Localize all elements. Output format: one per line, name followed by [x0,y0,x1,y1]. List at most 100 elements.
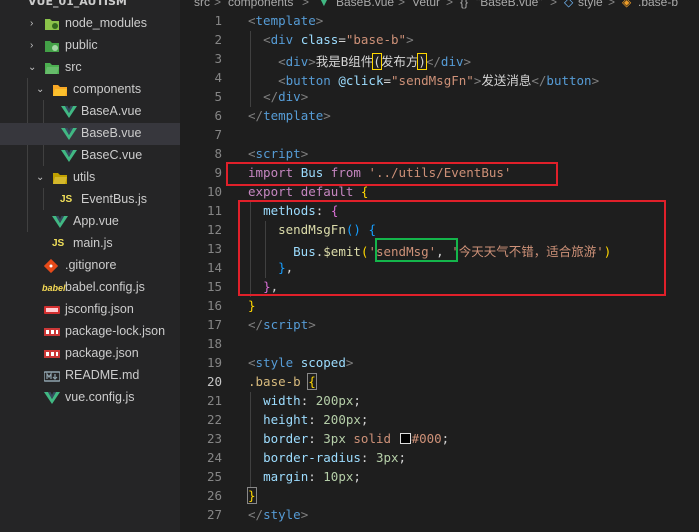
tag-name: style [255,355,294,370]
code-line[interactable]: 25 margin: 10px; [180,468,699,487]
attr-name: @click [338,73,384,88]
code-line[interactable]: 18 [180,335,699,354]
line-content: <style scoped> [248,355,354,370]
tree-item-package-json[interactable]: package.json [0,343,180,365]
code-editor[interactable]: src > components > ▼ BaseB.vue > Vetur >… [180,0,699,532]
chevron-down-icon: ⌄ [36,172,45,183]
npm-icon [44,347,60,361]
code-line[interactable]: 22 height: 200px; [180,411,699,430]
line-number: 26 [206,488,222,503]
tree-item-utils[interactable]: ⌄ utils [0,167,180,189]
breadcrumb-item[interactable]: style [578,0,603,9]
line-number: 4 [214,70,222,85]
npm-icon [44,325,60,339]
code-line[interactable]: 5 </div> [180,88,699,107]
breadcrumb-separator: > [398,0,406,9]
tree-item-label: jsconfig.json [65,302,134,316]
public-folder-icon [44,39,60,53]
text-content: 发送消息 [481,73,532,88]
line-content: <div>我是B组件(发布方)</div> [278,53,472,70]
tag-name: div [440,54,464,69]
code-line[interactable]: 4 <button @click="sendMsgFn">发送消息</butto… [180,69,699,88]
tree-item-app-vue[interactable]: App.vue [0,211,180,233]
line-number: 9 [214,165,222,180]
line-number: 18 [206,336,222,351]
line-content: <button @click="sendMsgFn">发送消息</button> [278,73,600,88]
js-icon: JS [60,194,73,205]
indent-guide [250,31,251,107]
code-line[interactable]: 2 <div class="base-b"> [180,31,699,50]
project-name: VUE_01_AUTISM [28,0,127,8]
code-line[interactable]: 21 width: 200px; [180,392,699,411]
tree-item-babel-config[interactable]: babel babel.config.js [0,277,180,299]
line-content: <template> [248,13,324,28]
components-folder-icon [52,83,68,97]
tree-item-readme[interactable]: README.md [0,365,180,387]
breadcrumb-separator: > [446,0,454,9]
color-swatch-icon[interactable] [399,433,411,444]
tag-name: template [255,13,316,28]
code-line[interactable]: 7 [180,126,699,145]
code-line[interactable]: 24 border-radius: 3px; [180,449,699,468]
tag-name: div [285,54,309,69]
code-line[interactable]: 20 .base-b { [180,373,699,392]
code-line[interactable]: 16 } [180,297,699,316]
tree-item-baseb-vue[interactable]: BaseB.vue [0,123,180,145]
tree-item-package-lock[interactable]: package-lock.json [0,321,180,343]
code-line[interactable]: 6 </template> [180,107,699,126]
explorer-sidebar: VUE_01_AUTISM › node_modules › public ⌄ … [0,0,180,532]
annotation-box-event-name [375,238,458,262]
line-number: 23 [206,431,222,446]
css-property: border [263,431,309,446]
code-line[interactable]: 1 <template> [180,12,699,31]
tree-item-components[interactable]: ⌄ components [0,79,180,101]
src-folder-icon [44,61,60,75]
css-value: #000 [411,431,442,446]
code-line[interactable]: 3 <div>我是B组件(发布方)</div> [180,50,699,70]
tree-item-node-modules[interactable]: › node_modules [0,13,180,35]
line-content: } [247,487,257,504]
breadcrumb-item[interactable]: components [228,0,293,9]
breadcrumb-separator: > [550,0,558,9]
tree-item-basec-vue[interactable]: BaseC.vue [0,145,180,167]
line-number: 7 [214,127,222,142]
code-line[interactable]: 23 border: 3px solid #000; [180,430,699,449]
tree-item-gitignore[interactable]: .gitignore [0,255,180,277]
tree-item-basea-vue[interactable]: BaseA.vue [0,101,180,123]
line-content: border: 3px solid #000; [263,431,450,446]
text-content: 我是B组件 [315,54,374,69]
vue-icon [61,149,77,163]
line-number: 13 [206,241,222,256]
tree-item-public[interactable]: › public [0,35,180,57]
tag-name: script [263,317,309,332]
breadcrumb-item[interactable]: Vetur [412,0,440,9]
code-line[interactable]: 17 </script> [180,316,699,335]
line-number: 24 [206,450,222,465]
markdown-icon [43,369,61,383]
code-line[interactable]: 27 </style> [180,506,699,525]
breadcrumb-item[interactable]: "BaseB.vue" [476,0,543,9]
code-line[interactable]: 26 } [180,487,699,506]
line-content: export default { [248,184,369,199]
breadcrumb-item[interactable]: .base-b [638,0,678,9]
tree-item-main-js[interactable]: JS main.js [0,233,180,255]
line-number: 14 [206,260,222,275]
line-number: 2 [214,32,222,47]
tree-item-src[interactable]: ⌄ src [0,57,180,79]
annotation-box-import [226,162,558,186]
explorer-project-header[interactable]: VUE_01_AUTISM [0,0,180,10]
chevron-down-icon: ⌄ [36,84,45,95]
breadcrumb-item[interactable]: src [194,0,210,9]
tree-item-label: .gitignore [65,258,117,272]
breadcrumb-item[interactable]: BaseB.vue [336,0,394,9]
tree-item-vue-config[interactable]: vue.config.js [0,387,180,409]
line-number: 5 [214,89,222,104]
line-content: height: 200px; [263,412,369,427]
tree-item-eventbus-js[interactable]: JS EventBus.js [0,189,180,211]
line-content: } [248,298,256,313]
tree-item-jsconfig[interactable]: jsconfig.json [0,299,180,321]
line-content: margin: 10px; [263,469,361,484]
line-number: 8 [214,146,222,161]
code-line[interactable]: 19 <style scoped> [180,354,699,373]
line-number: 3 [214,51,222,66]
